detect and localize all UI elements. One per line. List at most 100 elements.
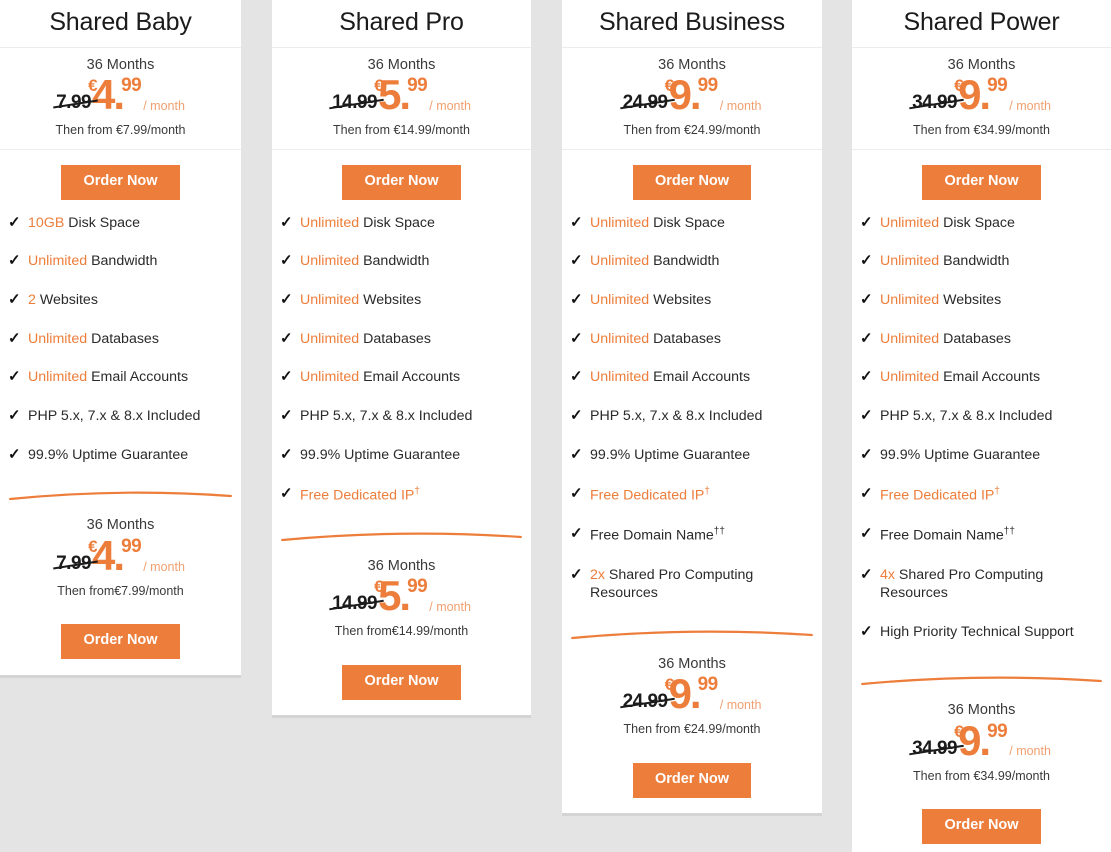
plan-title: Shared Business [562,0,822,48]
order-button-wrap-top: Order Now [562,150,822,214]
feature-item: ✓ Unlimited Databases [280,330,521,349]
feature-text: Disk Space [359,214,435,231]
check-icon: ✓ [280,368,293,386]
order-now-button[interactable]: Order Now [342,664,461,700]
order-now-button[interactable]: Order Now [61,164,180,200]
price-cents: 99 [987,75,1008,97]
feature-text: Email Accounts [649,369,751,386]
plan-card-1: Shared Pro 36 Months 14.99€5.99/ month Then… [272,0,531,718]
check-icon: ✓ [570,291,583,308]
feature-text: Bandwidth [359,253,430,270]
pricing-table: Shared Baby 36 Months 7.99€4.99/ month Then… [0,0,1111,852]
feature-text: Email Accounts [87,369,189,386]
then-from-note: Then from€14.99/month [334,624,469,639]
flex-spacer-1 [272,525,531,526]
order-button-wrap-bottom: Order Now [852,794,1111,852]
then-from-note: Then from €34.99/month [913,768,1050,783]
order-now-button[interactable]: Order Now [632,164,752,200]
check-icon: ✓ [860,565,873,583]
feature-highlight: Unlimited [880,253,940,270]
check-icon: ✓ [8,291,21,308]
check-icon: ✓ [860,291,873,308]
feature-text: Free Domain Name [880,527,1004,544]
feature-item: ✓ Unlimited Databases [860,330,1101,349]
check-icon: ✓ [280,407,293,425]
price-block-top-3: 36 Months 34.99€9.99/ month Then from €34.… [852,48,1111,150]
feature-item: ✓ Unlimited Email Accounts [280,368,521,387]
feature-text: Databases [359,330,431,347]
order-now-button[interactable]: Order Now [342,164,461,200]
feature-footnote-marker: †† [713,526,725,538]
feature-text: Websites [359,292,422,308]
check-icon: ✓ [570,252,583,270]
check-icon: ✓ [860,329,873,347]
feature-footnote-marker: † [414,485,420,497]
old-price: 14.99 [332,92,378,114]
check-icon: ✓ [570,213,583,231]
check-icon: ✓ [860,368,873,386]
feature-text: High Priority Technical Support [880,624,1074,641]
feature-text: Bandwidth [649,253,720,270]
order-now-button[interactable]: Order Now [61,624,180,660]
plan-title: Shared Baby [0,0,241,48]
feature-list: ✓ 10GB Disk Space ✓ Unlimited Bandwidth ✓ 2 W… [0,214,241,485]
feature-item: ✓ PHP 5.x, 7.x & 8.x Included [860,407,1101,426]
curve-divider-2 [562,627,822,643]
feature-item: ✓ Unlimited Bandwidth [860,252,1101,271]
old-price: 14.99 [332,593,378,615]
price-amount: 14.99€5.99/ month [332,575,471,622]
feature-footnote-marker: † [994,485,1000,497]
feature-item: ✓ Free Dedicated IP† [860,485,1101,505]
orange-curve-divider [281,532,522,541]
order-now-button[interactable]: Order Now [922,164,1041,200]
check-icon: ✓ [860,484,873,502]
price-whole: 9. [958,71,991,119]
feature-footnote-marker: †† [1003,526,1015,538]
check-icon: ✓ [570,329,583,347]
feature-footnote-marker: † [704,485,710,497]
old-price: 34.99 [912,92,958,114]
feature-item: ✓ Unlimited Bandwidth [280,252,521,271]
price-amount: 7.99€4.99/ month [56,532,185,582]
check-icon: ✓ [280,329,293,347]
order-now-button[interactable]: Order Now [922,808,1041,844]
feature-item: ✓ 99.9% Uptime Guarantee [280,446,521,465]
price-whole: 9. [668,71,702,119]
feature-list: ✓ Unlimited Disk Space ✓ Unlimited Bandwidt… [852,214,1111,662]
then-from-note: Then from €34.99/month [913,123,1050,138]
feature-text: Shared Pro Computing Resources [590,566,754,602]
then-from-note: Then from €7.99/month [55,123,186,138]
plan-card-2: Shared Business 36 Months 24.99€9.99/ mont… [562,0,822,816]
feature-item: ✓ PHP 5.x, 7.x & 8.x Included [8,407,231,426]
order-button-wrap-top: Order Now [0,150,241,214]
order-button-wrap-bottom: Order Now [562,748,822,812]
per-month-label: / month [143,559,185,574]
old-price: 34.99 [912,737,958,759]
feature-item: ✓ 99.9% Uptime Guarantee [8,446,231,465]
curve-divider-3 [852,673,1111,689]
feature-text: Databases [939,330,1011,347]
price-whole: 9. [668,670,702,718]
price-whole: 4. [92,532,125,580]
orange-curve-divider [571,630,813,639]
feature-item: ✓ Free Domain Name†† [860,525,1101,545]
feature-text: Websites [939,292,1002,308]
price-cents: 99 [407,75,428,97]
check-icon: ✓ [280,252,293,270]
orange-curve-divider [9,491,232,501]
price-cents: 99 [121,536,142,558]
feature-item: ✓ Unlimited Disk Space [280,214,521,233]
order-now-button[interactable]: Order Now [632,762,752,798]
feature-item: ✓ Unlimited Websites [280,291,521,310]
feature-item: ✓ Unlimited Bandwidth [8,252,231,271]
feature-item: ✓ 10GB Disk Space [8,214,231,233]
per-month-label: / month [719,697,762,712]
plan-card-0: Shared Baby 36 Months 7.99€4.99/ month Then… [0,0,241,678]
price-amount: 34.99€9.99/ month [912,719,1051,767]
flex-spacer-bottom-2 [562,812,822,813]
per-month-label: / month [429,599,471,614]
check-icon: ✓ [8,445,21,463]
per-month-label: / month [1009,98,1051,113]
then-from-note: Then from€7.99/month [57,584,184,599]
feature-highlight: Unlimited [880,369,940,386]
